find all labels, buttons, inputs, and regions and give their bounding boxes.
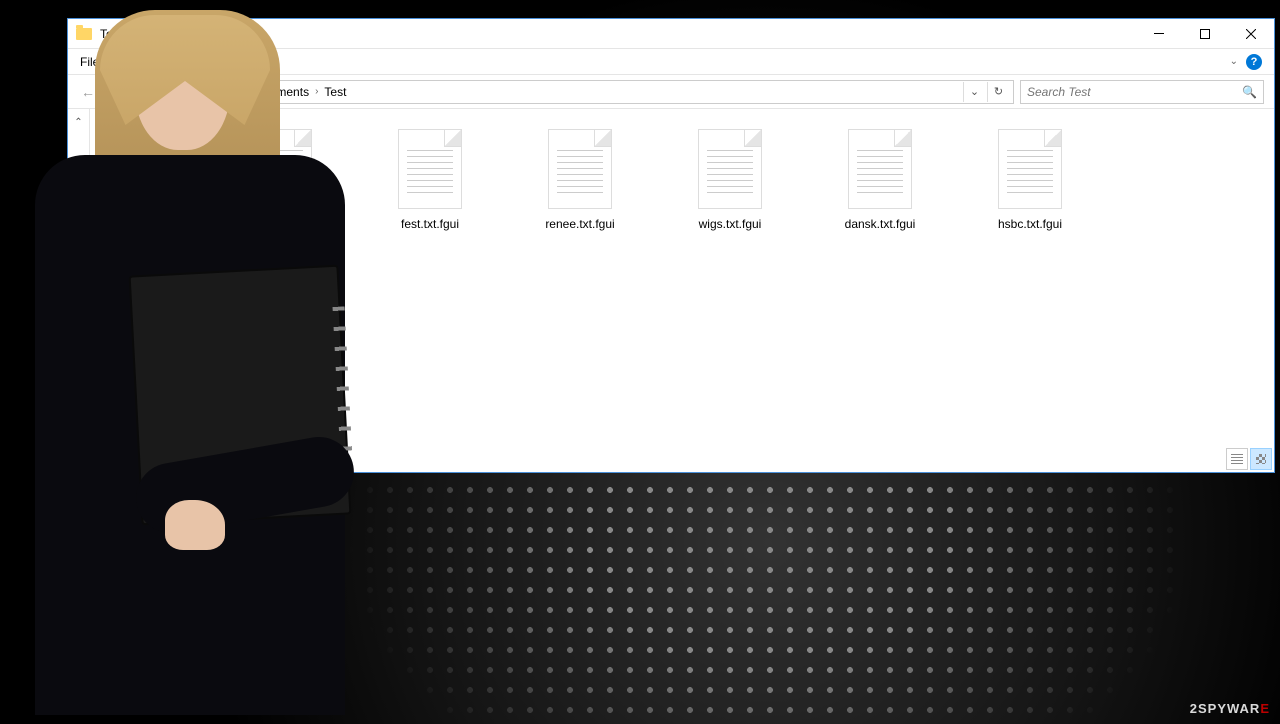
file-name: hsbc.txt.fgui (998, 217, 1062, 231)
file-icon (848, 129, 912, 209)
person-illustration (5, 10, 375, 720)
view-switcher (1226, 448, 1272, 470)
file-icon (698, 129, 762, 209)
refresh-icon[interactable]: ↻ (987, 82, 1009, 102)
file-icon (998, 129, 1062, 209)
ribbon-collapse-icon[interactable]: ⌄ (1230, 56, 1238, 67)
file-item[interactable]: fest.txt.fgui (380, 129, 480, 231)
file-item[interactable]: wigs.txt.fgui (680, 129, 780, 231)
maximize-icon (1200, 29, 1210, 39)
maximize-button[interactable] (1182, 19, 1228, 49)
file-name: dansk.txt.fgui (845, 217, 916, 231)
breadcrumb-dropdown-icon[interactable]: ⌄ (963, 82, 985, 102)
file-icon (398, 129, 462, 209)
watermark-prefix: 2SPYWAR (1190, 701, 1261, 716)
file-icon (548, 129, 612, 209)
file-item[interactable]: renee.txt.fgui (530, 129, 630, 231)
file-name: wigs.txt.fgui (699, 217, 762, 231)
details-view-button[interactable] (1226, 448, 1248, 470)
search-icon[interactable]: 🔍 (1242, 85, 1257, 99)
breadcrumb-actions: ⌄ ↻ (963, 82, 1009, 102)
file-item[interactable]: dansk.txt.fgui (830, 129, 930, 231)
help-icon[interactable]: ? (1246, 54, 1262, 70)
file-name: renee.txt.fgui (545, 217, 614, 231)
close-icon (1246, 29, 1256, 39)
minimize-button[interactable] (1136, 19, 1182, 49)
search-input[interactable] (1027, 85, 1242, 99)
minimize-icon (1154, 33, 1164, 34)
watermark-suffix: E (1260, 701, 1270, 716)
file-item[interactable]: hsbc.txt.fgui (980, 129, 1080, 231)
window-controls (1136, 19, 1274, 49)
search-box[interactable]: 🔍 (1020, 80, 1264, 104)
file-name: fest.txt.fgui (401, 217, 459, 231)
ribbon-right: ⌄ ? (1230, 54, 1262, 70)
watermark: 2SPYWARE (1190, 701, 1270, 716)
close-button[interactable] (1228, 19, 1274, 49)
large-icons-view-button[interactable] (1250, 448, 1272, 470)
